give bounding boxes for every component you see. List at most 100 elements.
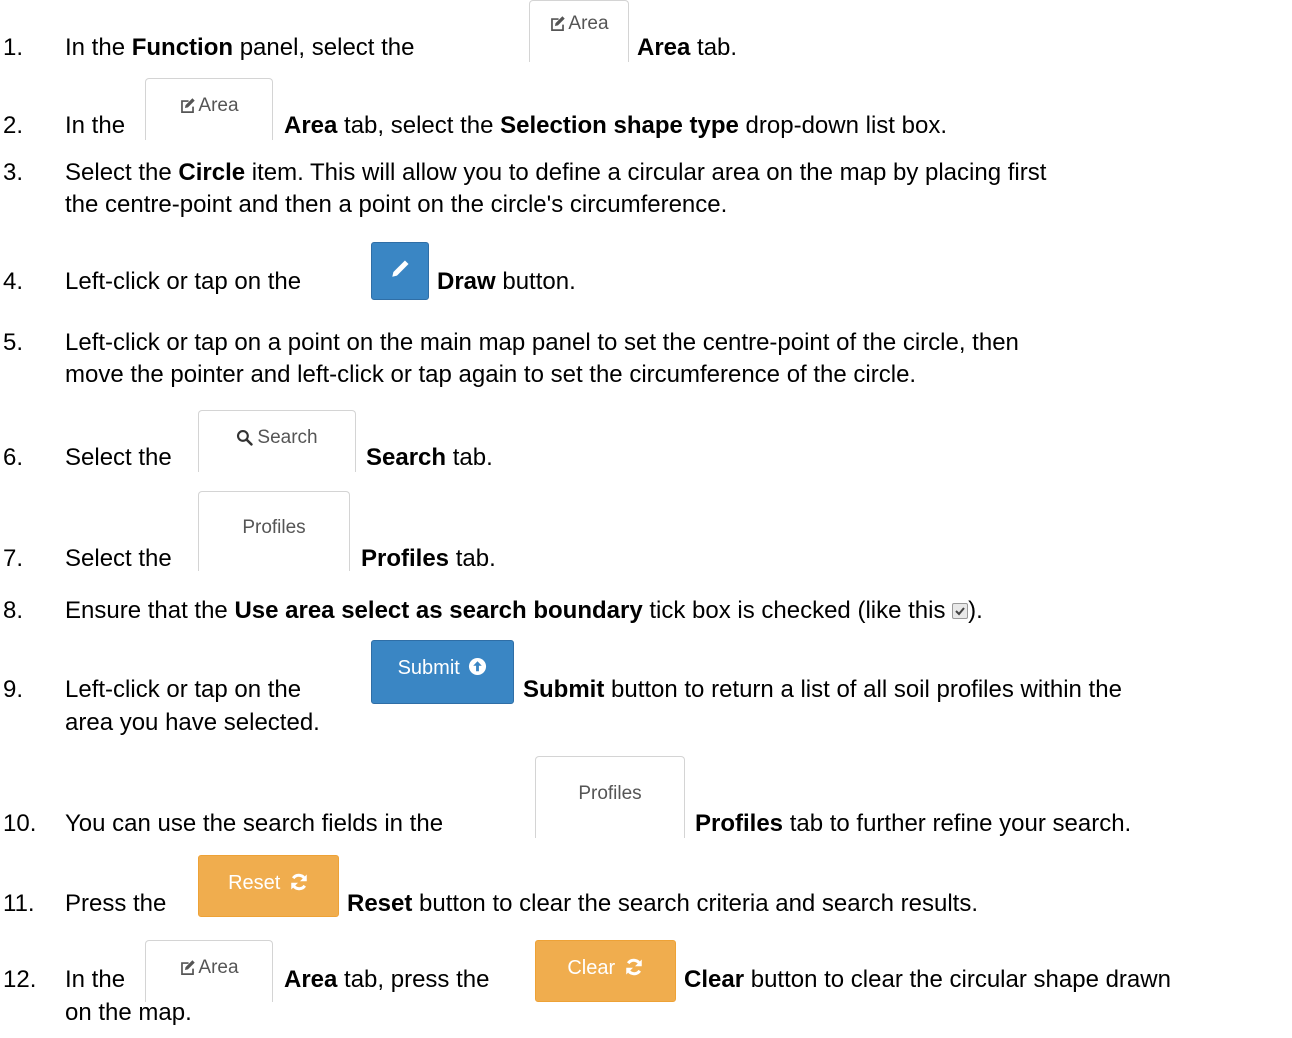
- button-label: Area: [198, 95, 239, 116]
- bold-term: Selection shape type: [500, 112, 739, 139]
- bold-term: Area: [637, 34, 691, 61]
- step-number: 7.: [3, 545, 24, 572]
- bold-term: Circle: [178, 159, 246, 186]
- reset-button[interactable]: Reset: [198, 855, 339, 917]
- text: Ensure that the: [65, 597, 235, 624]
- text: tick box is checked (like this: [642, 597, 953, 624]
- button-label: Submit: [397, 657, 460, 679]
- text: drop-down list box.: [738, 112, 947, 139]
- profiles-tab-button[interactable]: Profiles: [198, 491, 350, 571]
- step-text: Ensure that the Use area select as searc…: [65, 597, 983, 625]
- step-text: Select the Circle item. This will allow …: [65, 159, 1046, 187]
- step-number: 6.: [3, 444, 24, 471]
- text: tab.: [446, 444, 493, 471]
- text: item. This will allow you to define a ci…: [245, 159, 1047, 186]
- step-text: Select the: [65, 545, 172, 573]
- edit-icon: [181, 960, 196, 976]
- text: tab.: [449, 545, 496, 572]
- text: tab.: [690, 34, 738, 61]
- step-number: 1.: [3, 34, 24, 61]
- step-text: In the: [65, 112, 125, 140]
- bold-term: Use area select as search boundary: [234, 597, 643, 624]
- text: Left-click or tap on the: [65, 676, 302, 703]
- step-text-tail: Area tab.: [637, 34, 737, 62]
- draw-button[interactable]: [371, 242, 429, 300]
- step-number: 11.: [3, 890, 35, 917]
- checkbox-checked-icon: [952, 603, 969, 619]
- text: button to return a list of all soil prof…: [604, 676, 1122, 703]
- step-text-tail: Area tab, select the Selection shape typ…: [284, 112, 947, 140]
- text: tab to further refine your search.: [783, 810, 1132, 837]
- step-text-tail: Submit button to return a list of all so…: [523, 676, 1122, 704]
- step-text-continued: area you have selected.: [65, 709, 320, 736]
- bold-term: Clear: [684, 966, 745, 993]
- submit-button[interactable]: Submit: [371, 640, 514, 704]
- text: Press the: [65, 890, 167, 917]
- text: You can use the search fields in the: [65, 810, 444, 837]
- clear-button[interactable]: Clear: [535, 940, 676, 1002]
- step-text: Press the: [65, 890, 166, 918]
- text: Select the: [65, 444, 172, 471]
- bold-term: Area: [284, 112, 338, 139]
- text: Select the: [65, 545, 172, 572]
- text: ).: [968, 597, 983, 624]
- button-label: Clear: [567, 957, 616, 979]
- text: button.: [495, 268, 576, 295]
- area-tab-button[interactable]: Area: [145, 940, 273, 1002]
- text: button to clear the circular shape drawn: [744, 966, 1171, 993]
- step-number: 5.: [3, 329, 24, 356]
- search-icon: [237, 430, 254, 447]
- step-text: Left-click or tap on a point on the main…: [65, 329, 1019, 356]
- text: tab, select the: [337, 112, 501, 139]
- bold-term: Draw: [437, 268, 496, 295]
- area-tab-button[interactable]: Area: [529, 0, 629, 62]
- bold-term: Function: [131, 34, 234, 61]
- step-text-tail-2: Clear button to clear the circular shape…: [684, 966, 1171, 994]
- step-number: 10.: [3, 810, 37, 837]
- bold-term: Search: [366, 444, 447, 471]
- bold-term: Reset: [347, 890, 413, 917]
- text: Select the: [65, 159, 179, 186]
- bold-term: Area: [284, 966, 338, 993]
- step-text: In the Function panel, select the: [65, 34, 414, 62]
- step-text-tail: Draw button.: [437, 268, 576, 296]
- step-text: In the: [65, 966, 125, 994]
- search-tab-button[interactable]: Search: [198, 410, 356, 472]
- refresh-icon: [291, 873, 307, 891]
- button-label: Search: [257, 427, 318, 448]
- button-label: Area: [198, 957, 239, 978]
- text: In the: [65, 966, 126, 993]
- area-tab-button[interactable]: Area: [145, 78, 273, 140]
- bold-term: Profiles: [695, 810, 784, 837]
- edit-icon: [181, 98, 196, 114]
- bold-term: Submit: [523, 676, 605, 703]
- step-text-continued: move the pointer and left-click or tap a…: [65, 361, 917, 388]
- button-label: Profiles: [578, 783, 642, 804]
- step-text-tail: Area tab, press the: [284, 966, 489, 994]
- step-number: 2.: [3, 112, 24, 139]
- step-text-tail: Profiles tab.: [361, 545, 496, 573]
- step-number: 8.: [3, 597, 24, 624]
- step-number: 9.: [3, 676, 24, 703]
- step-text: Select the: [65, 444, 172, 472]
- text: panel, select the: [233, 34, 415, 61]
- step-text-tail: Profiles tab to further refine your sear…: [695, 810, 1131, 838]
- refresh-icon: [625, 958, 642, 976]
- step-number: 3.: [3, 159, 24, 186]
- arrow-up-circle-icon: [469, 657, 487, 676]
- text: button to clear the search criteria and …: [412, 890, 978, 917]
- pencil-icon: [392, 260, 409, 277]
- text: Left-click or tap on the: [65, 268, 302, 295]
- bold-term: Profiles: [361, 545, 450, 572]
- edit-icon: [551, 16, 566, 32]
- step-text-continued: on the map.: [65, 999, 192, 1026]
- step-text: You can use the search fields in the: [65, 810, 443, 838]
- text: In the: [65, 112, 126, 139]
- button-label: Profiles: [242, 517, 306, 538]
- profiles-tab-button[interactable]: Profiles: [535, 756, 685, 838]
- text: tab, press the: [337, 966, 490, 993]
- step-text-continued: the centre-point and then a point on the…: [65, 191, 728, 218]
- step-text: Left-click or tap on the: [65, 268, 301, 296]
- text: In the: [65, 34, 132, 61]
- button-label: Area: [568, 13, 609, 34]
